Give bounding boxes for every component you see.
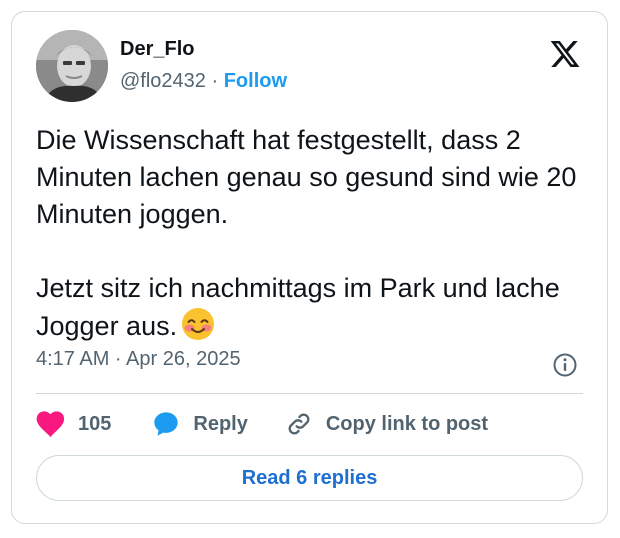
x-logo-icon[interactable] xyxy=(549,38,581,70)
post-timestamp[interactable]: 4:17 AM · Apr 26, 2025 xyxy=(36,348,241,371)
reply-label: Reply xyxy=(193,412,248,435)
like-count: 105 xyxy=(78,412,112,435)
copy-link-label: Copy link to post xyxy=(325,412,489,435)
reply-button[interactable]: Reply xyxy=(151,410,248,438)
reply-bubble-icon xyxy=(154,412,179,436)
post-card: Der_Flo @flo2432 · Follow Die Wissenscha… xyxy=(11,11,608,524)
copy-link-button[interactable]: Copy link to post xyxy=(284,410,488,438)
follow-button[interactable]: Follow xyxy=(224,70,287,92)
like-button[interactable]: 105 xyxy=(36,410,111,438)
author-handle-row: @flo2432 · Follow xyxy=(120,70,287,93)
separator-dot: · xyxy=(211,70,219,92)
post-text: Die Wissenschaft hat festgestellt, dass … xyxy=(36,125,577,341)
post-body: Die Wissenschaft hat festgestellt, dass … xyxy=(36,122,591,351)
author-name[interactable]: Der_Flo xyxy=(120,38,194,61)
read-replies-button[interactable]: Read 6 replies xyxy=(36,455,583,501)
heart-icon xyxy=(36,411,65,438)
divider xyxy=(36,393,583,394)
smiling-face-with-blush-emoji xyxy=(181,307,215,351)
avatar[interactable] xyxy=(36,30,108,102)
info-icon[interactable] xyxy=(552,352,578,383)
author-handle[interactable]: @flo2432 xyxy=(120,70,206,92)
link-icon xyxy=(288,413,310,435)
action-bar: 105 Reply Copy link to post xyxy=(36,408,488,440)
